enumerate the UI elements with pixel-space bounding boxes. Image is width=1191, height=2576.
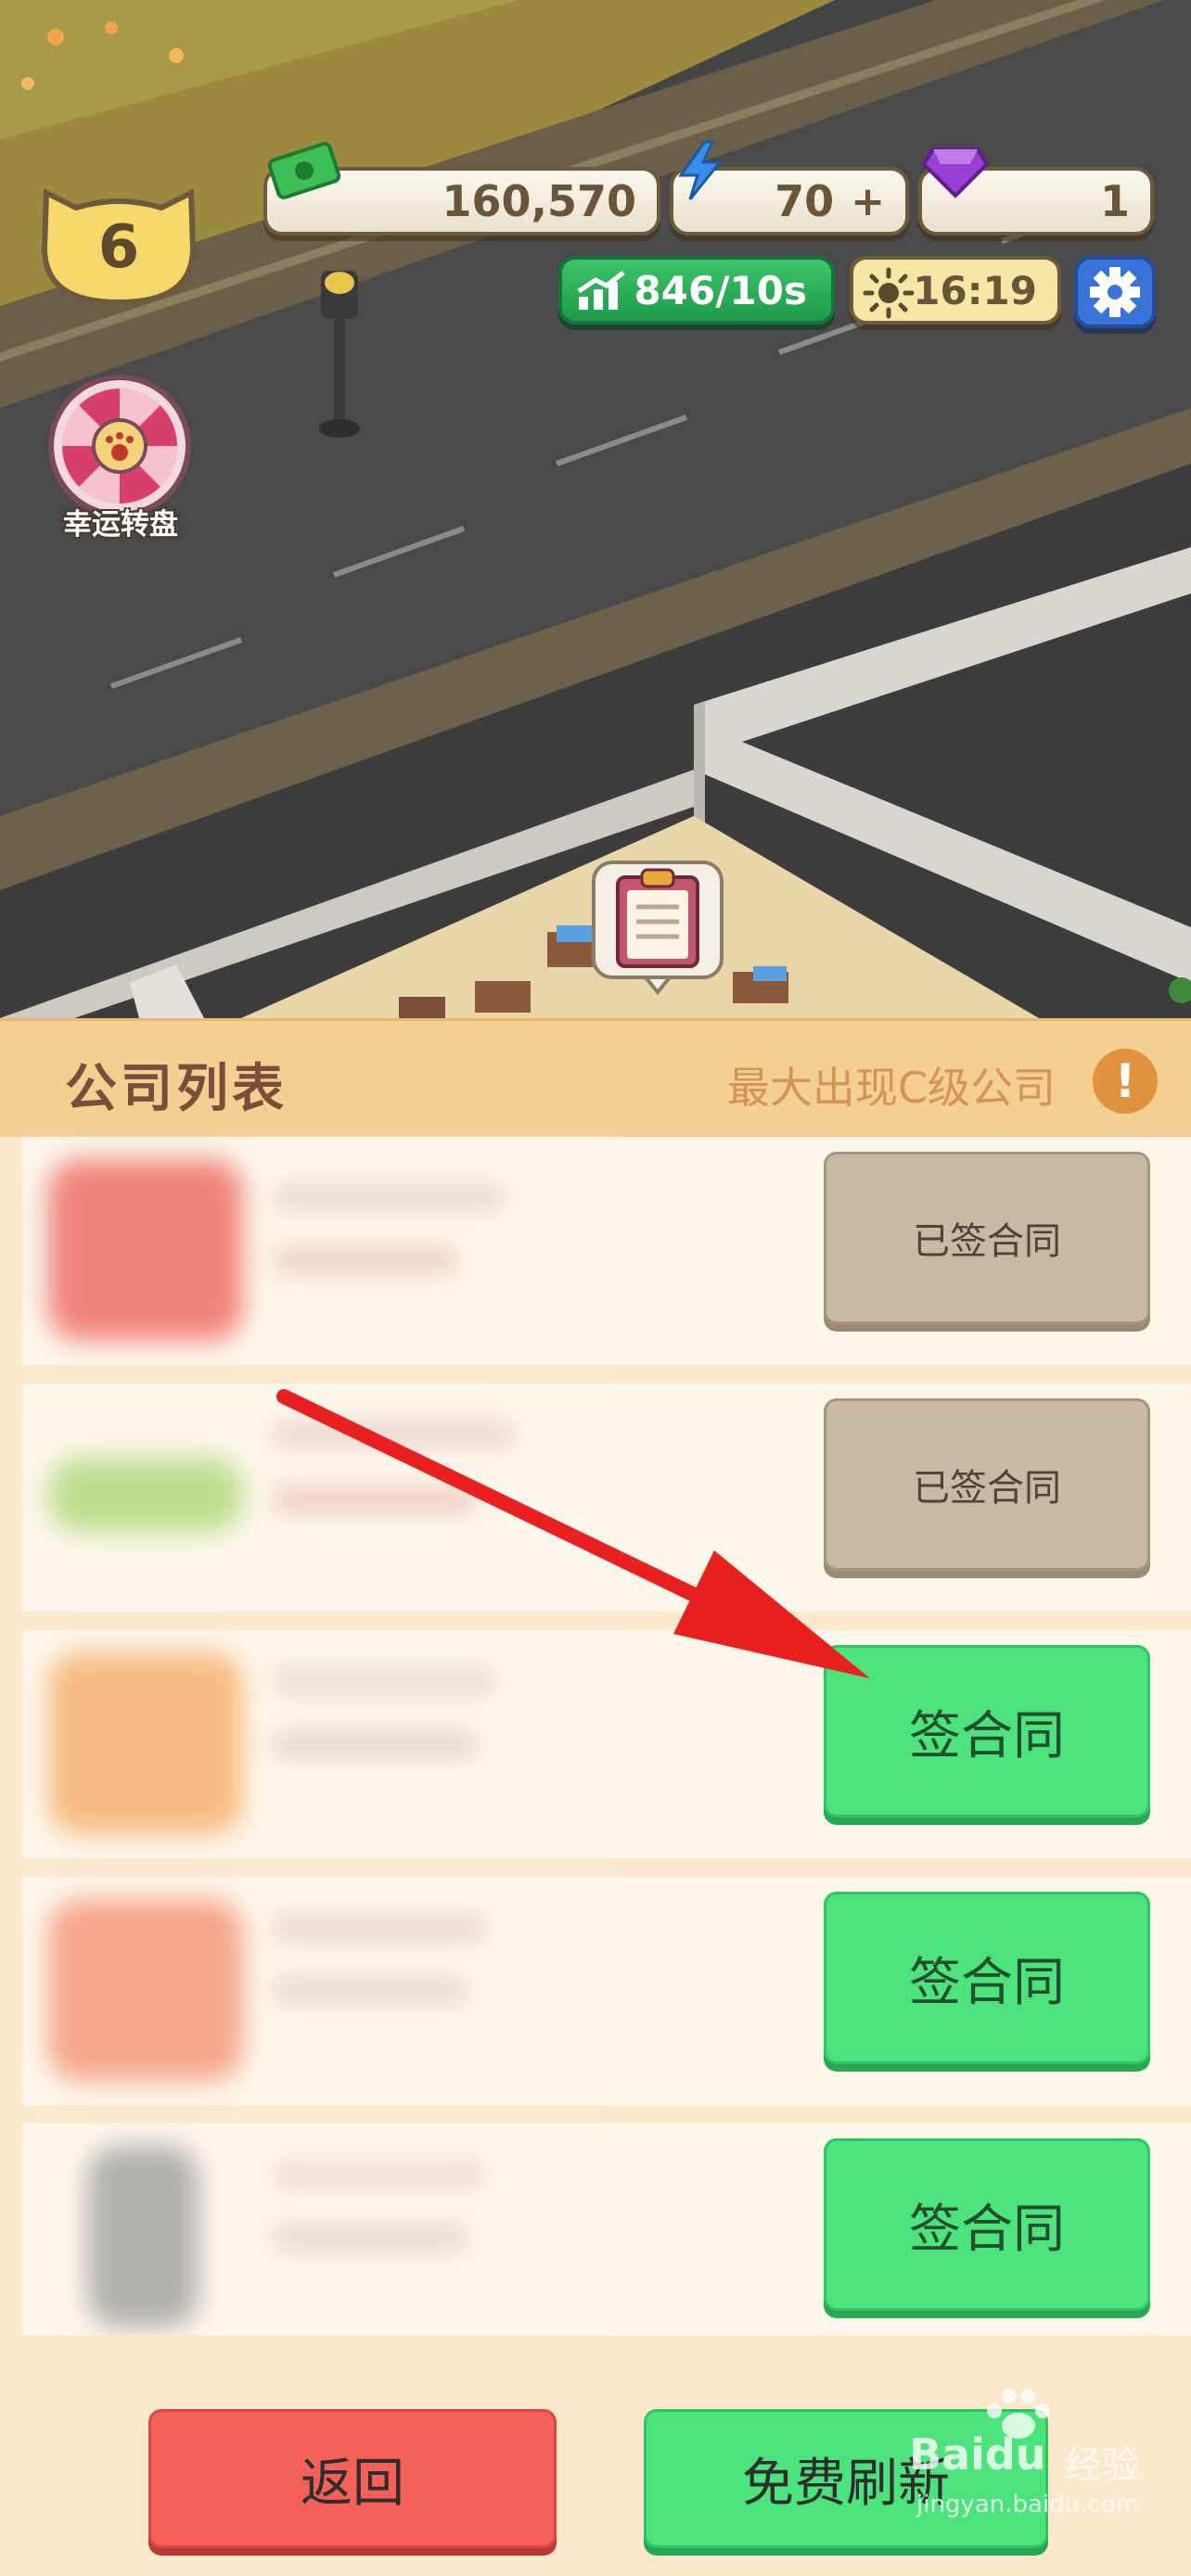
sign-contract-button[interactable]: 签合同 — [824, 2138, 1150, 2311]
gear-icon — [1090, 267, 1140, 317]
lightning-icon — [678, 140, 724, 200]
energy-value: 70 — [775, 176, 835, 226]
player-level-badge[interactable]: 6 — [33, 174, 204, 310]
sun-icon — [863, 267, 915, 319]
clipboard-icon — [592, 861, 724, 996]
energy-add-button[interactable]: + — [851, 178, 885, 225]
task-bubble[interactable] — [588, 857, 727, 996]
gem-value: 1 — [1099, 176, 1130, 226]
watermark-url: jingyan.baidu.com — [916, 2491, 1139, 2519]
energy-counter: 70 + — [670, 140, 909, 236]
watermark-brand-cn: 经验 — [1065, 2444, 1139, 2487]
lucky-wheel-label: 幸运转盘 — [63, 508, 178, 542]
cash-counter: 160,570 — [263, 142, 660, 236]
game-clock: 16:19 — [850, 256, 1061, 325]
signed-contract-button[interactable]: 已签合同 — [824, 1152, 1150, 1324]
signed-contract-button[interactable]: 已签合同 — [824, 1398, 1150, 1571]
company-row: 签合同 — [22, 2123, 1191, 2352]
cash-value: 160,570 — [442, 176, 636, 226]
level-number: 6 — [97, 213, 140, 282]
company-list-header: 公司列表 最大出现C级公司 ! — [0, 1018, 1191, 1137]
cash-icon — [267, 142, 341, 199]
company-row: 签合同 — [22, 1630, 1191, 1858]
panel-title: 公司列表 — [65, 1059, 288, 1119]
prize-wheel-icon — [48, 375, 191, 517]
sign-contract-button[interactable]: 签合同 — [824, 1892, 1150, 2064]
game-scene[interactable]: 160,570 70 + 1 6 846/10s 16:19 幸运转盘 — [0, 0, 1191, 1018]
company-row: 已签合同 — [22, 1137, 1191, 1365]
gem-icon — [922, 147, 989, 198]
info-button[interactable]: ! — [1093, 1049, 1158, 1114]
gem-counter: 1 — [918, 147, 1154, 236]
income-rate-value: 846/10s — [634, 267, 807, 313]
clock-value: 16:19 — [913, 267, 1037, 313]
company-row: 已签合同 — [22, 1384, 1191, 1612]
back-button[interactable]: 返回 — [148, 2409, 557, 2548]
watermark-brand: Baidu — [909, 2429, 1046, 2480]
settings-button[interactable] — [1074, 256, 1156, 328]
lucky-wheel-button[interactable] — [46, 373, 193, 519]
company-grade-hint: 最大出现C级公司 — [726, 1063, 1056, 1113]
income-rate-badge[interactable]: 846/10s — [558, 256, 835, 325]
company-row: 签合同 — [22, 1877, 1191, 2105]
sign-contract-button[interactable]: 签合同 — [824, 1645, 1150, 1817]
baidu-watermark: Baidu 经验 jingyan.baidu.com — [909, 2389, 1178, 2533]
company-list[interactable]: 已签合同 已签合同 签合同 签合同 签合同 — [0, 1137, 1191, 2352]
trend-up-icon — [577, 271, 625, 310]
